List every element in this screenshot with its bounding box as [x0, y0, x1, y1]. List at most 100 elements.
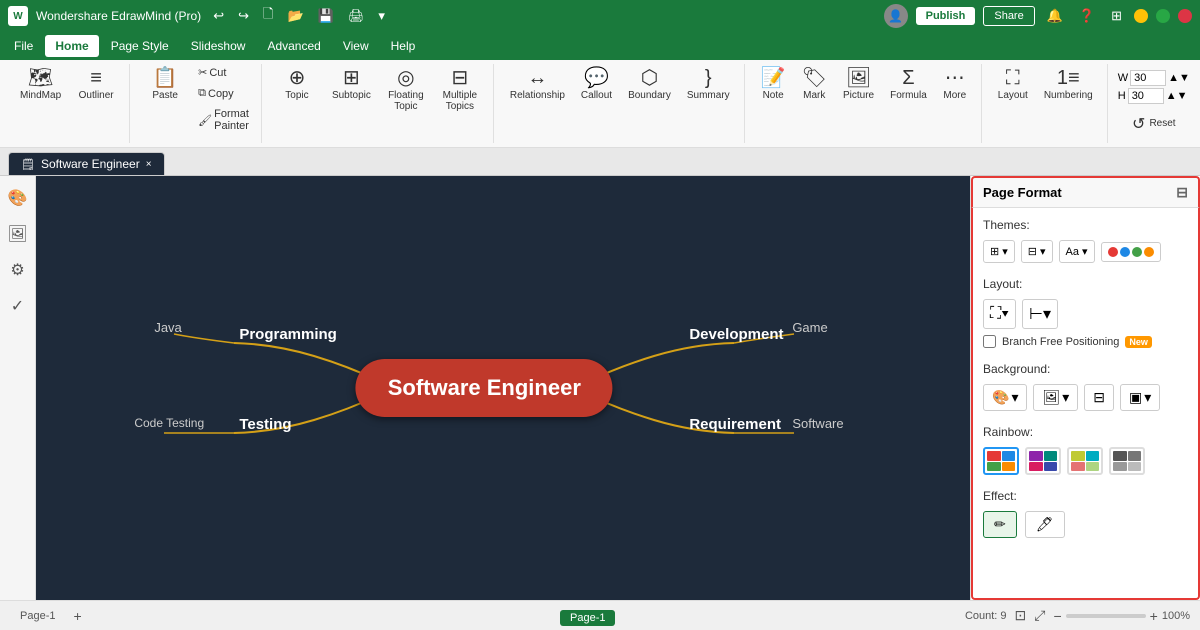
sidebar-format-icon[interactable]: 🎨 — [4, 184, 32, 212]
reset-button[interactable]: ↺ Reset — [1126, 110, 1182, 138]
rainbow-btn-2[interactable] — [1025, 447, 1061, 475]
new-button[interactable]: 🗋 — [259, 3, 277, 29]
layout-tree-button[interactable]: ⊢▾ — [1022, 299, 1058, 329]
copy-button[interactable]: ⧉ Copy — [194, 85, 253, 102]
zoom-in-button[interactable]: + — [1150, 608, 1158, 624]
theme-color-button[interactable] — [1101, 242, 1161, 262]
relationship-button[interactable]: ↔ Relationship — [504, 64, 571, 105]
sidebar-check-icon[interactable]: ✓ — [4, 292, 32, 320]
effect-btn-2[interactable]: 🖊 — [1025, 511, 1065, 538]
apps-icon[interactable]: ⊞ — [1107, 6, 1126, 26]
subtopic-button[interactable]: ⊞ Subtopic — [326, 64, 377, 105]
branch-development[interactable]: Development — [689, 326, 783, 343]
note-button[interactable]: 📝 Note — [755, 64, 792, 105]
menu-bar: File Home Page Style Slideshow Advanced … — [0, 32, 1200, 60]
picture-button[interactable]: 🖼 Picture — [837, 64, 880, 105]
menu-slideshow[interactable]: Slideshow — [181, 35, 256, 57]
layout-button[interactable]: ⛶ Layout — [992, 64, 1034, 105]
multiple-topics-button[interactable]: ⊟ MultipleTopics — [435, 64, 485, 116]
topic-button[interactable]: ⊕ Topic — [272, 64, 322, 105]
branch-testing[interactable]: Testing — [239, 416, 291, 433]
canvas[interactable]: Software Engineer Programming Java Testi… — [36, 176, 970, 600]
page-tab-inactive[interactable]: Page-1 — [10, 608, 65, 624]
more-button[interactable]: ▾ — [374, 6, 389, 26]
close-button[interactable] — [1178, 9, 1192, 23]
theme-font-button[interactable]: Aa▾ — [1059, 240, 1095, 263]
mark-button[interactable]: 🏷 Mark — [796, 64, 833, 105]
maximize-button[interactable] — [1156, 9, 1170, 23]
publish-button[interactable]: Publish — [916, 7, 976, 25]
rainbow-btn-3[interactable] — [1067, 447, 1103, 475]
paste-icon: 📋 — [153, 68, 178, 88]
center-node[interactable]: Software Engineer — [356, 359, 613, 417]
cut-button[interactable]: ✂ Cut — [194, 64, 253, 81]
open-button[interactable]: 📂 — [283, 6, 307, 26]
redo-button[interactable]: ↪ — [234, 6, 253, 26]
theme-layout-button[interactable]: ⊟▾ — [1021, 240, 1053, 263]
add-page-button[interactable]: + — [73, 608, 81, 624]
panel-title: Page Format — [983, 185, 1062, 200]
leaf-game[interactable]: Game — [792, 320, 827, 335]
share-button[interactable]: Share — [983, 6, 1034, 26]
paste-button[interactable]: 📋 Paste — [140, 64, 190, 105]
sidebar-settings-icon[interactable]: ⚙ — [4, 256, 32, 284]
minimize-button[interactable] — [1134, 9, 1148, 23]
bg-adjust-button[interactable]: ▣▾ — [1120, 384, 1160, 411]
undo-button[interactable]: ↩ — [209, 6, 228, 26]
tab-close-button[interactable]: × — [146, 159, 152, 170]
mindmap-label: MindMap — [20, 90, 61, 101]
help-icon[interactable]: ❓ — [1075, 6, 1099, 26]
zoom-out-button[interactable]: − — [1053, 608, 1061, 624]
format-painter-button[interactable]: 🖌 Format Painter — [194, 106, 253, 134]
formula-button[interactable]: Σ Formula — [884, 64, 933, 105]
rainbow-btn-4[interactable] — [1109, 447, 1145, 475]
logo-text: W — [13, 11, 22, 22]
boundary-button[interactable]: ⬡ Boundary — [622, 64, 677, 105]
menu-file[interactable]: File — [4, 35, 43, 57]
summary-button[interactable]: } Summary — [681, 64, 736, 105]
document-tab[interactable]: 🗒 Software Engineer × — [8, 152, 165, 175]
branch-programming[interactable]: Programming — [239, 326, 337, 343]
layout-mindmap-button[interactable]: ⛶▾ — [983, 299, 1016, 329]
mindmap-icon: 🗺 — [28, 68, 53, 88]
menu-advanced[interactable]: Advanced — [257, 35, 330, 57]
outliner-button[interactable]: ≡ Outliner — [71, 64, 121, 105]
floating-topic-label: FloatingTopic — [388, 90, 424, 112]
expand-button[interactable]: ⤢ — [1034, 607, 1045, 624]
size-w-input[interactable] — [1130, 70, 1166, 86]
rainbow-btn-1[interactable] — [983, 447, 1019, 475]
zoom-slider[interactable] — [1066, 614, 1146, 618]
zoom-percent: 100% — [1162, 610, 1190, 622]
floating-topic-button[interactable]: ◎ FloatingTopic — [381, 64, 431, 116]
leaf-code-testing[interactable]: Code Testing — [134, 416, 204, 430]
leaf-software[interactable]: Software — [792, 416, 843, 431]
menu-page-style[interactable]: Page Style — [101, 35, 179, 57]
bg-color-button[interactable]: 🎨▾ — [983, 384, 1027, 411]
callout-icon: 💬 — [584, 68, 609, 88]
panel-close-button[interactable]: ⊟ — [1176, 184, 1188, 201]
fit-page-button[interactable]: ⊡ — [1015, 607, 1027, 624]
callout-button[interactable]: 💬 Callout — [575, 64, 618, 105]
bg-image-button[interactable]: 🖼▾ — [1033, 384, 1078, 411]
save-button[interactable]: 💾 — [314, 6, 338, 26]
size-h-spinner[interactable]: ▲▼ — [1166, 90, 1188, 102]
menu-help[interactable]: Help — [381, 35, 426, 57]
tab-icon: 🗒 — [21, 158, 35, 171]
size-h-input[interactable] — [1128, 88, 1164, 104]
leaf-java[interactable]: Java — [154, 320, 181, 335]
numbering-button[interactable]: 1≡ Numbering — [1038, 64, 1099, 105]
mindmap-button[interactable]: 🗺 MindMap — [14, 64, 67, 105]
more-insert-button[interactable]: ⋯ More — [937, 64, 973, 105]
print-button[interactable]: 🖨 — [344, 6, 369, 26]
menu-view[interactable]: View — [333, 35, 379, 57]
size-w-spinner[interactable]: ▲▼ — [1168, 72, 1190, 84]
branch-free-checkbox[interactable] — [983, 335, 996, 348]
branch-requirement[interactable]: Requirement — [689, 416, 781, 433]
bg-pattern-button[interactable]: ⊟ — [1084, 384, 1114, 411]
effect-btn-1[interactable]: ✏ — [983, 511, 1017, 538]
bell-icon[interactable]: 🔔 — [1043, 6, 1067, 26]
menu-home[interactable]: Home — [45, 35, 98, 57]
theme-grid-button[interactable]: ⊞▾ — [983, 240, 1015, 263]
sidebar-image-icon[interactable]: 🖼 — [4, 220, 32, 248]
current-page-tab[interactable]: Page-1 — [560, 610, 615, 626]
